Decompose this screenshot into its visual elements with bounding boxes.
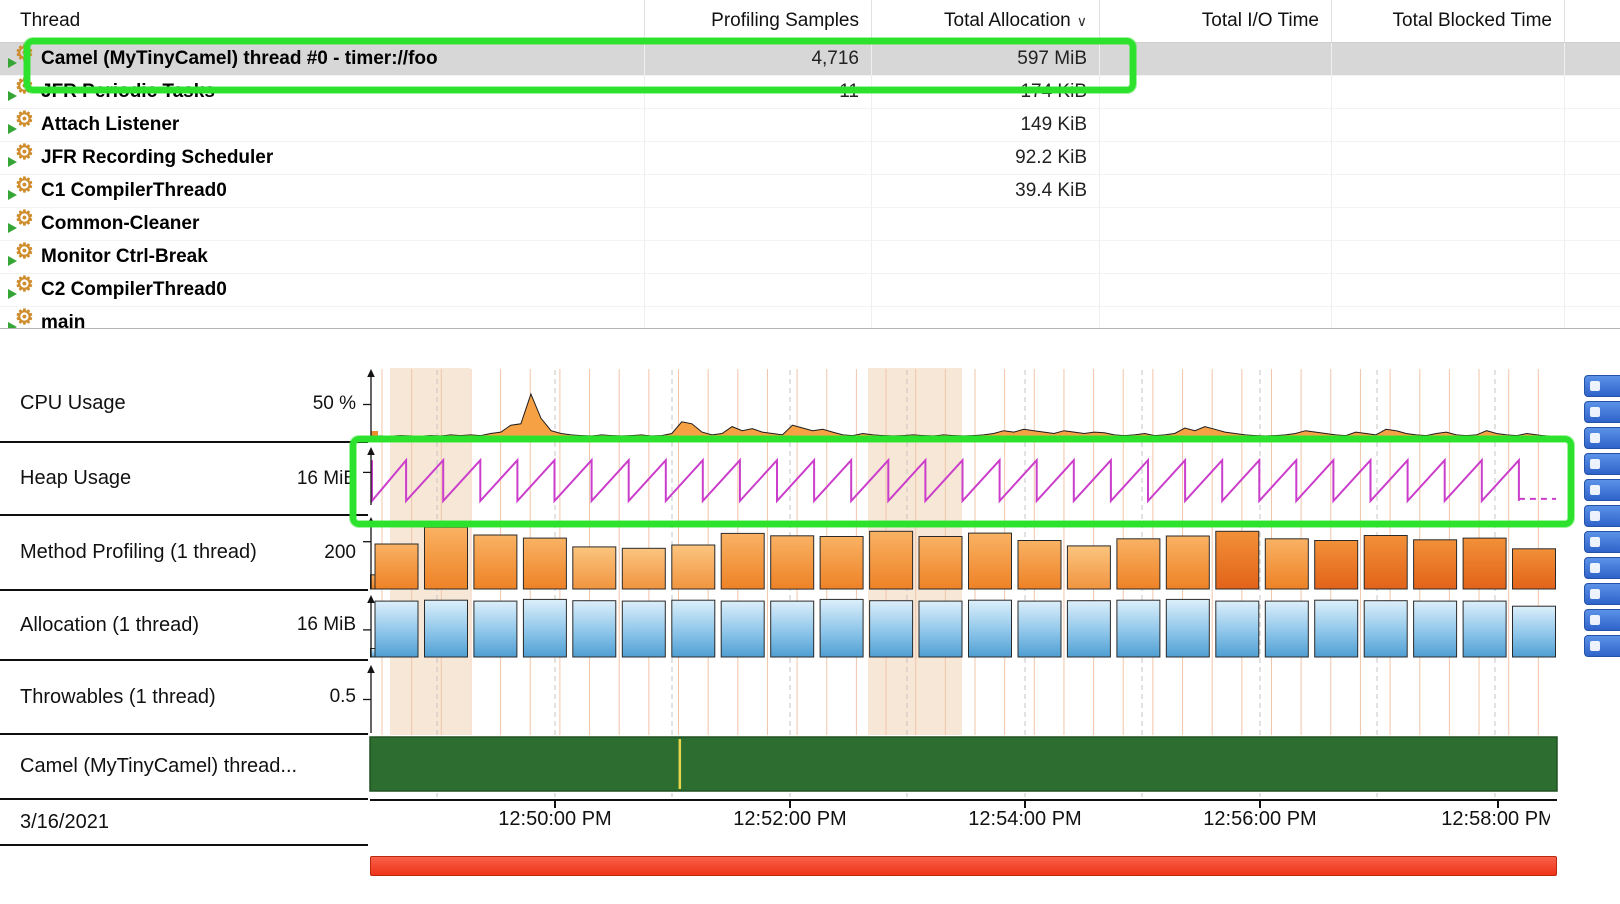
chart-control-button[interactable] — [1584, 427, 1620, 449]
profiler-threads-view: Thread Profiling Samples Total Allocatio… — [0, 0, 1620, 904]
chart-control-button[interactable] — [1584, 375, 1620, 397]
cpu-usage-area — [370, 394, 1557, 439]
chart-control-icon — [1590, 485, 1600, 495]
axis-arrow-icon — [367, 517, 375, 525]
chart-control-icon — [1590, 407, 1600, 417]
thread-activity-bar[interactable] — [370, 737, 1557, 791]
axis-arrow-icon — [367, 665, 375, 673]
chart-control-button[interactable] — [1584, 557, 1620, 579]
chart-control-icon — [1590, 459, 1600, 469]
chart-control-button[interactable] — [1584, 583, 1620, 605]
axis-arrow-icon — [367, 595, 375, 603]
chart-control-button[interactable] — [1584, 609, 1620, 631]
chart-control-icon — [1590, 381, 1600, 391]
chart-control-button[interactable] — [1584, 479, 1620, 501]
chart-control-icon — [1590, 615, 1600, 625]
chart-control-button[interactable] — [1584, 453, 1620, 475]
axis-arrow-icon — [367, 369, 375, 377]
allocation-bars — [371, 599, 1556, 657]
method-profiling-bars — [371, 527, 1556, 589]
cpu-series-marker — [371, 431, 378, 438]
timeline-chart[interactable] — [0, 0, 1620, 904]
chart-control-icon — [1590, 563, 1600, 573]
chart-control-icon — [1590, 537, 1600, 547]
chart-control-icon — [1590, 433, 1600, 443]
chart-control-button[interactable] — [1584, 505, 1620, 527]
chart-control-icon — [1590, 641, 1600, 651]
chart-control-icon — [1590, 589, 1600, 599]
chart-control-button[interactable] — [1584, 635, 1620, 657]
chart-control-icon — [1590, 511, 1600, 521]
chart-control-button[interactable] — [1584, 531, 1620, 553]
axis-arrow-icon — [367, 447, 375, 455]
chart-control-button[interactable] — [1584, 401, 1620, 423]
